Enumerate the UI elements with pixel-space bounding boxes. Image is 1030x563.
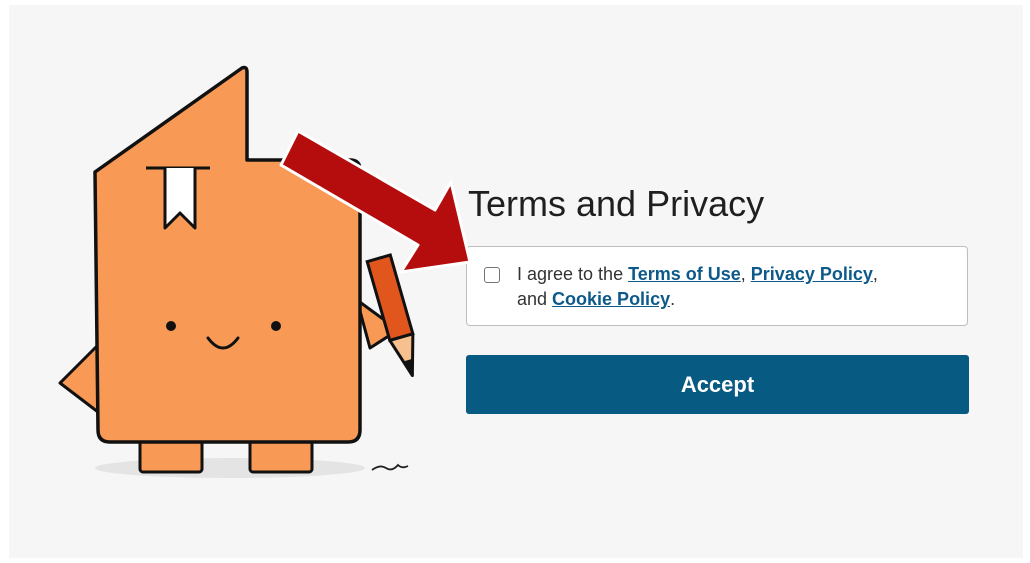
agreement-suffix: . bbox=[670, 289, 676, 309]
agreement-box: I agree to the Terms of Use, Privacy Pol… bbox=[466, 246, 968, 326]
terms-of-use-link[interactable]: Terms of Use bbox=[628, 264, 741, 284]
artist-signature bbox=[371, 463, 409, 471]
agreement-separator-1: , bbox=[740, 264, 751, 284]
privacy-policy-link[interactable]: Privacy Policy bbox=[751, 264, 873, 284]
mascot-left-arm bbox=[58, 341, 102, 414]
accept-button[interactable]: Accept bbox=[466, 355, 969, 414]
agreement-text: I agree to the Terms of Use, Privacy Pol… bbox=[517, 262, 947, 312]
mascot-left-eye bbox=[166, 321, 176, 331]
agreement-prefix: I agree to the bbox=[517, 264, 629, 284]
mascot-right-eye bbox=[271, 321, 281, 331]
mascot-shadow bbox=[95, 458, 365, 478]
mascot-body bbox=[93, 65, 362, 444]
page-title: Terms and Privacy bbox=[468, 183, 765, 224]
agree-checkbox[interactable] bbox=[484, 267, 500, 283]
agreement-separator-2: , bbox=[872, 264, 878, 284]
agreement-and: and bbox=[517, 289, 553, 309]
cookie-policy-link[interactable]: Cookie Policy bbox=[552, 289, 670, 309]
